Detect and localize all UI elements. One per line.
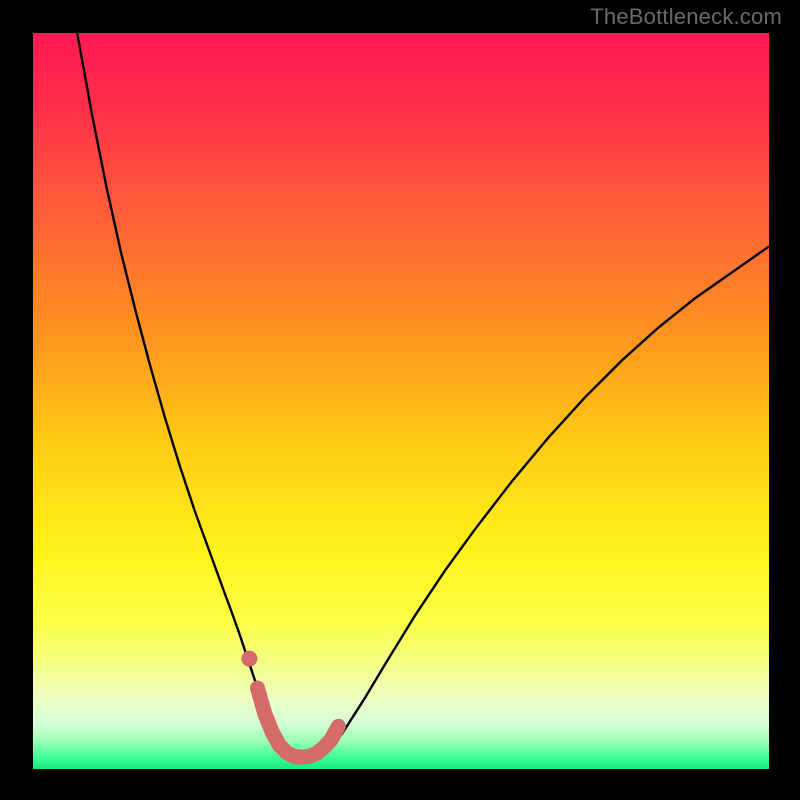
chart-svg — [33, 33, 769, 769]
optimal-dot — [241, 651, 257, 667]
chart-plot-area — [33, 33, 769, 769]
chart-frame: TheBottleneck.com — [0, 0, 800, 800]
chart-background-gradient — [33, 33, 769, 769]
watermark-label: TheBottleneck.com — [590, 4, 782, 30]
